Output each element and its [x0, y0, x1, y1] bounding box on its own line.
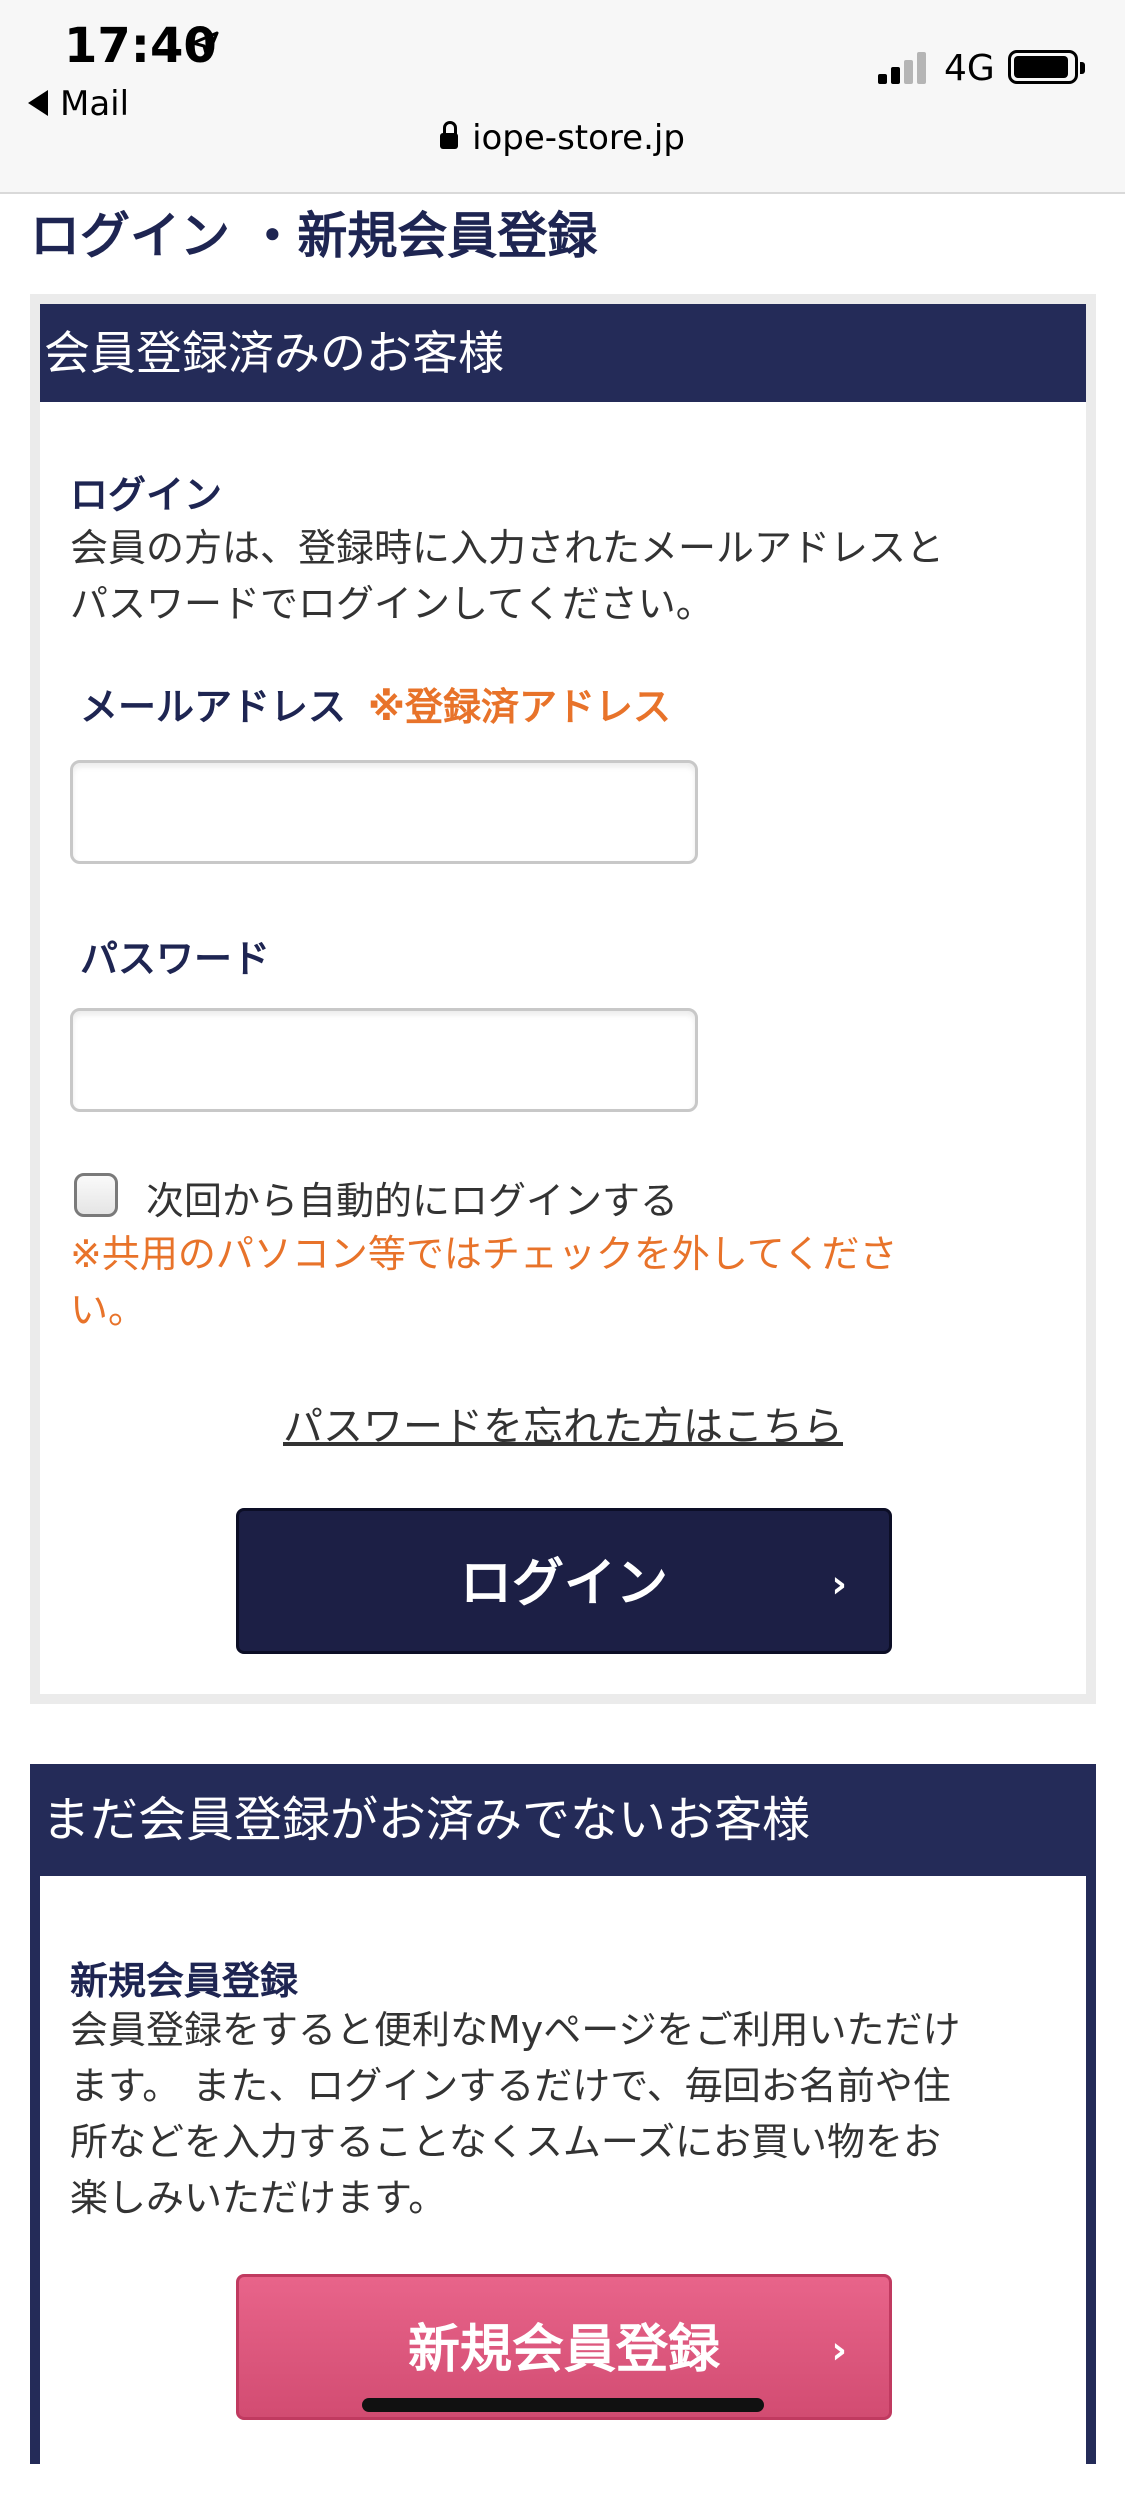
address-bar[interactable]: iope-store.jp	[0, 118, 1125, 158]
cellular-signal-icon	[878, 52, 928, 84]
email-input[interactable]	[70, 760, 698, 864]
email-label-text: メールアドレス	[80, 685, 347, 729]
email-label: メールアドレス ※登録済アドレス	[80, 676, 671, 731]
password-input[interactable]	[70, 1008, 698, 1112]
register-button-label: 新規会員登録	[407, 2320, 720, 2380]
lock-icon	[440, 121, 459, 149]
status-bar: 17:40 Mail 4G iope-store.jp	[0, 0, 1125, 194]
login-section-title: ログイン	[70, 473, 223, 517]
auto-login-label[interactable]: 次回から自動的にログインする	[146, 1170, 678, 1225]
register-section-title: 新規会員登録	[70, 1959, 299, 2003]
password-label: パスワード	[80, 937, 271, 981]
register-description-line1: 会員登録をすると便利なMyページをご利用いただけ	[70, 2008, 961, 2052]
login-description-line1: 会員の方は、登録時に入力されたメールアドレスと	[70, 526, 945, 570]
shared-pc-warning: ※共用のパソコン等ではチェックを外してくださ い。	[70, 1226, 990, 1338]
location-arrow-icon	[191, 31, 219, 59]
login-panel-header: 会員登録済みのお客様	[40, 304, 1086, 402]
chevron-right-icon: ›	[831, 1562, 847, 1606]
register-description-line2: ます。 また、ログインするだけで、毎回お名前や住	[70, 2064, 951, 2108]
page-title: ログイン ・新規会員登録	[30, 207, 598, 265]
forgot-password-link[interactable]: パスワードを忘れた方はこちら	[40, 1394, 1086, 1452]
shared-pc-warning-line1: ※共用のパソコン等ではチェックを外してくださ	[70, 1232, 898, 1276]
login-button[interactable]: ログイン ›	[236, 1508, 892, 1654]
register-panel-header: まだ会員登録がお済みでないお客様	[42, 1792, 811, 1848]
network-type: 4G	[944, 48, 995, 89]
url-text: iope-store.jp	[472, 118, 685, 158]
home-indicator[interactable]	[362, 2398, 764, 2412]
register-panel: まだ会員登録がお済みでないお客様 新規会員登録 会員登録をすると便利なMyページ…	[30, 1764, 1096, 2496]
login-description-line2: パスワードでログインしてください。	[70, 582, 714, 626]
login-button-label: ログイン	[459, 1554, 668, 1614]
register-description-line4: 楽しみいただけます。	[70, 2176, 447, 2220]
auto-login-checkbox[interactable]	[74, 1173, 118, 1217]
chevron-right-icon: ›	[831, 2328, 847, 2372]
shared-pc-warning-line2: い。	[70, 1288, 147, 1332]
back-arrow-icon	[28, 89, 48, 116]
register-description-line3: 所などを入力することなくスムーズにお買い物をお	[70, 2120, 941, 2164]
battery-icon	[1008, 50, 1085, 84]
login-panel: 会員登録済みのお客様 ログイン 会員の方は、登録時に入力されたメールアドレスと …	[30, 294, 1096, 1704]
email-note: ※登録済アドレス	[368, 685, 671, 729]
